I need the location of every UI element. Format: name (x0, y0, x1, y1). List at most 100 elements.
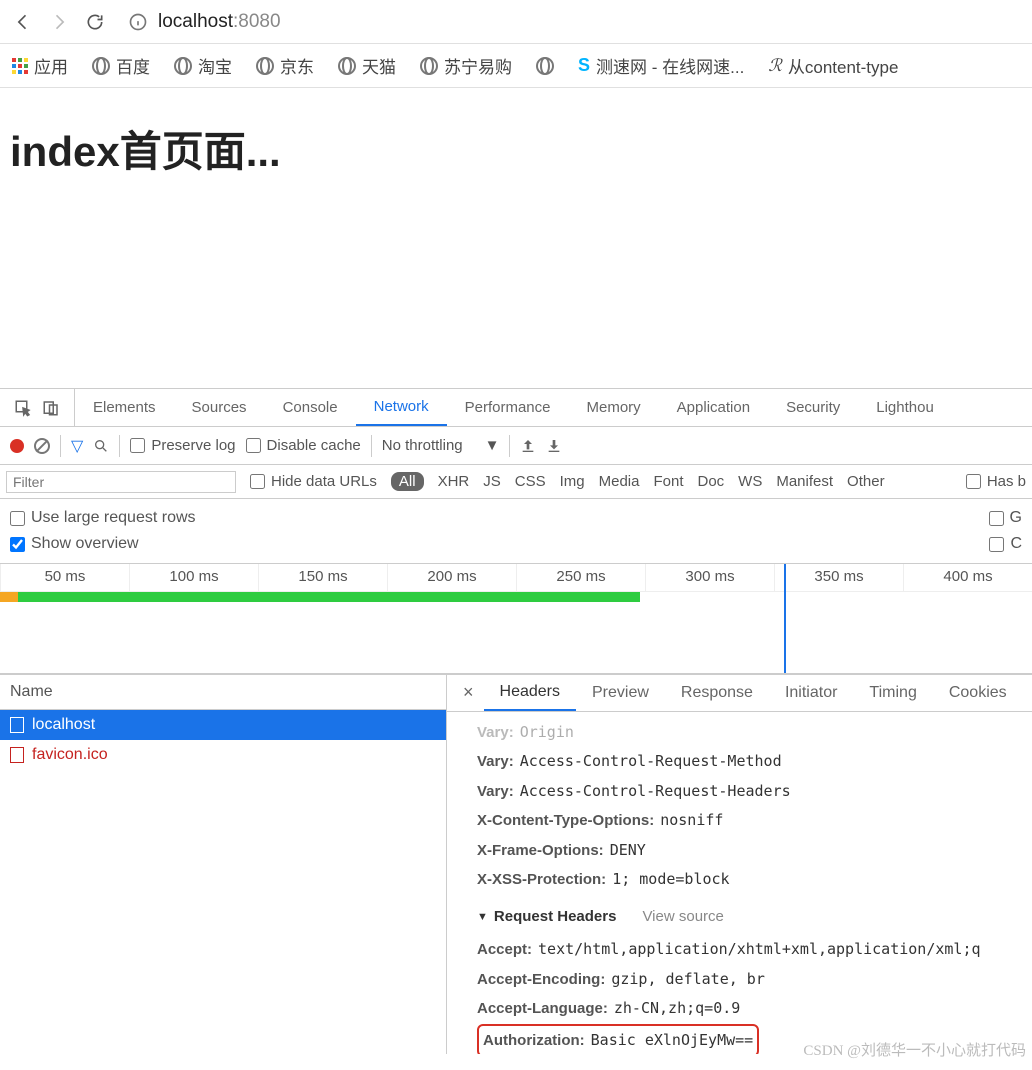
inspect-element-icon[interactable] (14, 399, 32, 417)
request-headers-section[interactable]: ▼ Request Headers View source (477, 895, 1012, 936)
bookmark-baidu[interactable]: 百度 (92, 53, 150, 78)
timeline-tick: 250 ms (516, 564, 645, 591)
request-detail: × Headers Preview Response Initiator Tim… (447, 675, 1032, 1054)
tab-memory[interactable]: Memory (569, 389, 659, 426)
devtools-tab-bar: Elements Sources Console Network Perform… (0, 389, 1032, 427)
watermark-text: CSDN @刘德华一不小心就打代码 (803, 1039, 1026, 1060)
tab-performance[interactable]: Performance (447, 389, 569, 426)
filter-type-css[interactable]: CSS (515, 473, 546, 490)
tab-lighthouse[interactable]: Lighthou (858, 389, 952, 426)
header-row: Vary:Access-Control-Request-Headers (477, 777, 1012, 807)
has-blocked-checkbox[interactable]: Has b (966, 473, 1026, 490)
toggle-device-icon[interactable] (42, 399, 60, 417)
filter-type-xhr[interactable]: XHR (438, 473, 470, 490)
tab-security[interactable]: Security (768, 389, 858, 426)
globe-icon (420, 57, 438, 75)
timeline-tick: 200 ms (387, 564, 516, 591)
close-detail-button[interactable]: × (453, 682, 484, 703)
filter-input[interactable] (6, 471, 236, 493)
column-header-name[interactable]: Name (0, 675, 446, 710)
clear-button[interactable] (34, 438, 50, 454)
timeline-bar (0, 592, 640, 602)
tab-console[interactable]: Console (265, 389, 356, 426)
upload-har-icon[interactable] (520, 438, 536, 454)
filter-type-doc[interactable]: Doc (697, 473, 724, 490)
filter-type-ws[interactable]: WS (738, 473, 762, 490)
hide-data-urls-checkbox[interactable]: Hide data URLs (250, 473, 377, 490)
bookmark-contenttype[interactable]: ℛ 从content-type (768, 53, 898, 78)
bookmark-taobao[interactable]: 淘宝 (174, 53, 232, 78)
header-row: Vary:Origin (477, 718, 1012, 748)
bookmark-suning[interactable]: 苏宁易购 (420, 53, 512, 78)
bookmark-speedtest[interactable]: S 测速网 - 在线网速... (578, 53, 744, 78)
page-title: index首页面... (10, 118, 1022, 179)
filter-type-manifest[interactable]: Manifest (776, 473, 833, 490)
triangle-down-icon: ▼ (477, 907, 488, 928)
forward-button[interactable] (48, 11, 70, 33)
network-view-options: Use large request rows G Show overview C (0, 499, 1032, 564)
timeline-tick: 300 ms (645, 564, 774, 591)
request-list: Name localhost favicon.ico (0, 675, 447, 1054)
filter-type-font[interactable]: Font (653, 473, 683, 490)
detail-tab-preview[interactable]: Preview (576, 675, 665, 711)
tab-application[interactable]: Application (659, 389, 768, 426)
request-row[interactable]: favicon.ico (0, 740, 446, 770)
header-row: Accept-Language:zh-CN,zh;q=0.9 (477, 994, 1012, 1024)
filter-type-js[interactable]: JS (483, 473, 501, 490)
filter-toggle-icon[interactable]: ▽ (71, 436, 83, 456)
address-bar[interactable]: localhost:8080 (120, 11, 1020, 33)
capture-screenshots-checkbox[interactable]: C (989, 535, 1022, 553)
apps-shortcut[interactable]: 应用 (12, 53, 68, 78)
apps-label: 应用 (34, 53, 68, 78)
document-icon (10, 747, 24, 763)
globe-icon (92, 57, 110, 75)
reload-button[interactable] (84, 11, 106, 33)
timeline-tick: 100 ms (129, 564, 258, 591)
detail-tab-initiator[interactable]: Initiator (769, 675, 853, 711)
back-button[interactable] (12, 11, 34, 33)
filter-type-img[interactable]: Img (560, 473, 585, 490)
tab-sources[interactable]: Sources (174, 389, 265, 426)
network-timeline[interactable]: 50 ms 100 ms 150 ms 200 ms 250 ms 300 ms… (0, 564, 1032, 674)
use-large-rows-checkbox[interactable]: Use large request rows (10, 509, 196, 527)
search-icon[interactable] (93, 438, 109, 454)
headers-content: Vary:Origin Vary:Access-Control-Request-… (447, 712, 1032, 1054)
detail-tab-cookies[interactable]: Cookies (933, 675, 1023, 711)
filter-type-media[interactable]: Media (599, 473, 640, 490)
preserve-log-checkbox[interactable]: Preserve log (130, 437, 235, 454)
request-row[interactable]: localhost (0, 710, 446, 740)
timeline-tick: 350 ms (774, 564, 903, 591)
detail-tab-timing[interactable]: Timing (853, 675, 932, 711)
globe-icon (174, 57, 192, 75)
detail-tab-headers[interactable]: Headers (484, 675, 576, 711)
detail-tab-response[interactable]: Response (665, 675, 769, 711)
throttling-select[interactable]: No throttling▼ (382, 437, 500, 454)
tab-network[interactable]: Network (356, 389, 447, 426)
url-text: localhost:8080 (158, 11, 281, 33)
disable-cache-checkbox[interactable]: Disable cache (246, 437, 361, 454)
devtools-panel: Elements Sources Console Network Perform… (0, 388, 1032, 1054)
header-row: X-XSS-Protection:1; mode=block (477, 865, 1012, 895)
download-har-icon[interactable] (546, 438, 562, 454)
bookmark-jd[interactable]: 京东 (256, 53, 314, 78)
show-overview-checkbox[interactable]: Show overview (10, 535, 139, 553)
filter-type-all[interactable]: All (391, 472, 424, 491)
script-icon: ℛ (768, 56, 782, 76)
timeline-tick: 150 ms (258, 564, 387, 591)
network-toolbar: ▽ Preserve log Disable cache No throttli… (0, 427, 1032, 465)
filter-type-other[interactable]: Other (847, 473, 885, 490)
site-info-icon[interactable] (128, 12, 148, 32)
timeline-tick: 50 ms (0, 564, 129, 591)
bookmark-tmall[interactable]: 天猫 (338, 53, 396, 78)
header-row: X-Frame-Options:DENY (477, 836, 1012, 866)
header-row: Vary:Access-Control-Request-Method (477, 747, 1012, 777)
request-panel: Name localhost favicon.ico × Headers Pre… (0, 674, 1032, 1054)
tab-elements[interactable]: Elements (75, 389, 174, 426)
timeline-cursor[interactable] (784, 564, 786, 673)
document-icon (10, 717, 24, 733)
view-source-link[interactable]: View source (642, 903, 723, 932)
record-button[interactable] (10, 439, 24, 453)
bookmark-empty[interactable] (536, 57, 554, 75)
bookmarks-bar: 应用 百度 淘宝 京东 天猫 苏宁易购 S 测速网 - 在线网速... ℛ 从c… (0, 44, 1032, 88)
group-by-frame-checkbox[interactable]: G (989, 509, 1022, 527)
